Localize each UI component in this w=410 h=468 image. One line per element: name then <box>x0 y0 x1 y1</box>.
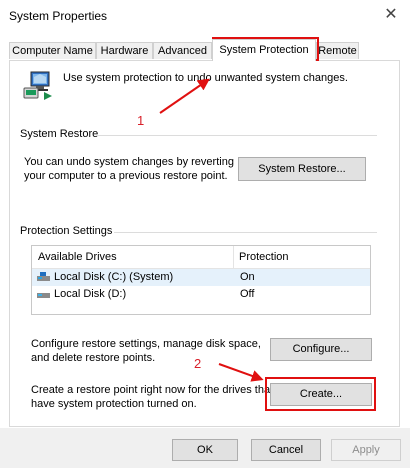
arrow-to-tab <box>159 78 210 114</box>
annotation-arrows <box>159 78 264 382</box>
tab-system-protection[interactable]: System Protection <box>212 39 316 61</box>
step-number-2: 2 <box>194 356 202 371</box>
arrow-to-create <box>218 363 264 382</box>
step-number-1: 1 <box>137 113 145 128</box>
